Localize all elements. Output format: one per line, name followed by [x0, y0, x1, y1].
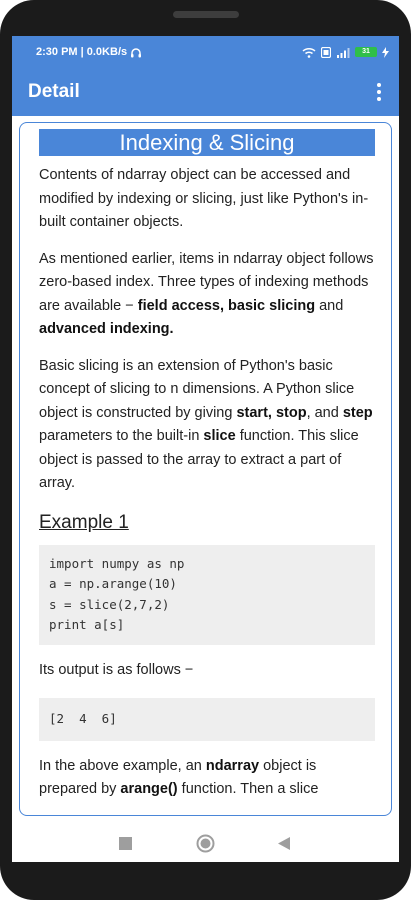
output-block: [2 4 6] — [39, 698, 375, 741]
battery-icon: 31 — [355, 47, 377, 57]
status-time: 2:30 PM | 0.0KB/s — [36, 46, 128, 58]
nav-home-icon[interactable] — [196, 834, 215, 853]
app-bar-title: Detail — [28, 81, 80, 102]
phone-speaker — [173, 11, 239, 18]
wifi-icon — [302, 47, 316, 58]
paragraph-intro: Contents of ndarray object can be access… — [39, 167, 369, 230]
code-block: import numpy as np a = np.arange(10) s = s… — [39, 544, 375, 645]
status-bar: 2:30 PM | 0.0KB/s 31 — [12, 36, 399, 68]
code-line: s = slice(2,7,2) — [49, 596, 170, 612]
screen: 2:30 PM | 0.0KB/s 31 Detail Indexing & S… — [12, 36, 399, 862]
overflow-menu-icon[interactable] — [369, 78, 389, 106]
paragraph-basic-slicing: Basic slicing is an extension of Python'… — [39, 357, 373, 492]
section-heading: Indexing & Slicing — [39, 129, 375, 156]
article-content: Indexing & Slicing Contents of ndarray o… — [39, 129, 375, 815]
output-intro: Its output is as follows − — [39, 661, 194, 678]
nav-back-icon[interactable] — [278, 837, 290, 850]
code-line: a = np.arange(10) — [49, 576, 177, 591]
paragraph-example-explanation: In the above example, an ndarray object … — [39, 757, 319, 798]
signal-icon — [337, 47, 350, 58]
code-line: print a[s] — [49, 617, 125, 632]
headset-icon — [131, 47, 142, 57]
sim-icon — [321, 46, 331, 58]
phone-frame: 2:30 PM | 0.0KB/s 31 Detail Indexing & S… — [0, 0, 411, 900]
code-line: import numpy as np — [49, 555, 185, 571]
content-card[interactable]: Indexing & Slicing Contents of ndarray o… — [19, 122, 392, 816]
charging-icon — [382, 46, 389, 58]
nav-recents-icon[interactable] — [119, 837, 132, 850]
app-bar: Detail — [12, 68, 399, 116]
example-title: Example 1 — [39, 511, 129, 533]
paragraph-indexing-types: As mentioned earlier, items in ndarray o… — [39, 250, 374, 338]
